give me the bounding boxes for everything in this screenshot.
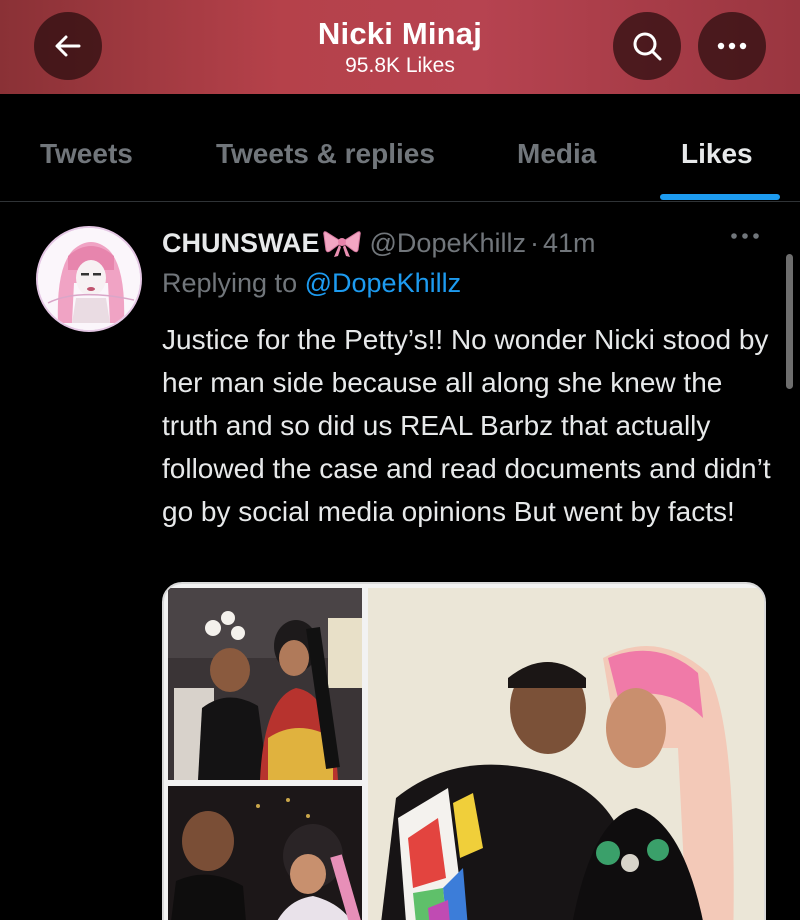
ribbon-icon — [322, 231, 361, 257]
tab-media[interactable]: Media — [517, 138, 596, 170]
replying-to-handle[interactable]: @DopeKhillz — [305, 268, 461, 298]
tab-tweets-and-replies[interactable]: Tweets & replies — [216, 138, 435, 170]
tweet-more-button[interactable] — [730, 228, 760, 246]
more-button[interactable] — [698, 12, 766, 80]
active-tab-indicator — [660, 194, 780, 200]
photo-couple-2[interactable] — [168, 786, 362, 920]
tweet-timestamp[interactable]: 41m — [543, 228, 596, 259]
author-name[interactable]: CHUNSWAE — [162, 228, 320, 259]
replying-to: Replying to @DopeKhillz — [162, 268, 461, 299]
profile-header: Nicki Minaj 95.8K Likes — [0, 0, 800, 94]
search-icon — [633, 32, 662, 61]
author-handle[interactable]: @DopeKhillz — [370, 228, 526, 259]
tab-tweets[interactable]: Tweets — [40, 138, 133, 170]
more-horizontal-icon — [717, 42, 747, 50]
tweet-media[interactable] — [162, 582, 766, 920]
more-horizontal-icon — [731, 233, 759, 239]
likes-count: 95.8K Likes — [345, 54, 455, 77]
tweet-text: Justice for the Petty’s!! No wonder Nick… — [162, 324, 771, 527]
replying-to-label: Replying to — [162, 268, 298, 298]
tab-likes[interactable]: Likes — [681, 138, 753, 170]
profile-tabs: Tweets Tweets & replies Media Likes — [0, 94, 800, 202]
tweet-author-row: CHUNSWAE @DopeKhillz · 41m — [162, 224, 596, 262]
scrollbar[interactable] — [786, 254, 793, 389]
photo-couple-3[interactable] — [368, 588, 764, 920]
search-button[interactable] — [613, 12, 681, 80]
separator-dot: · — [530, 227, 539, 258]
photo-couple-1[interactable] — [168, 588, 362, 780]
profile-avatar[interactable] — [36, 226, 142, 332]
